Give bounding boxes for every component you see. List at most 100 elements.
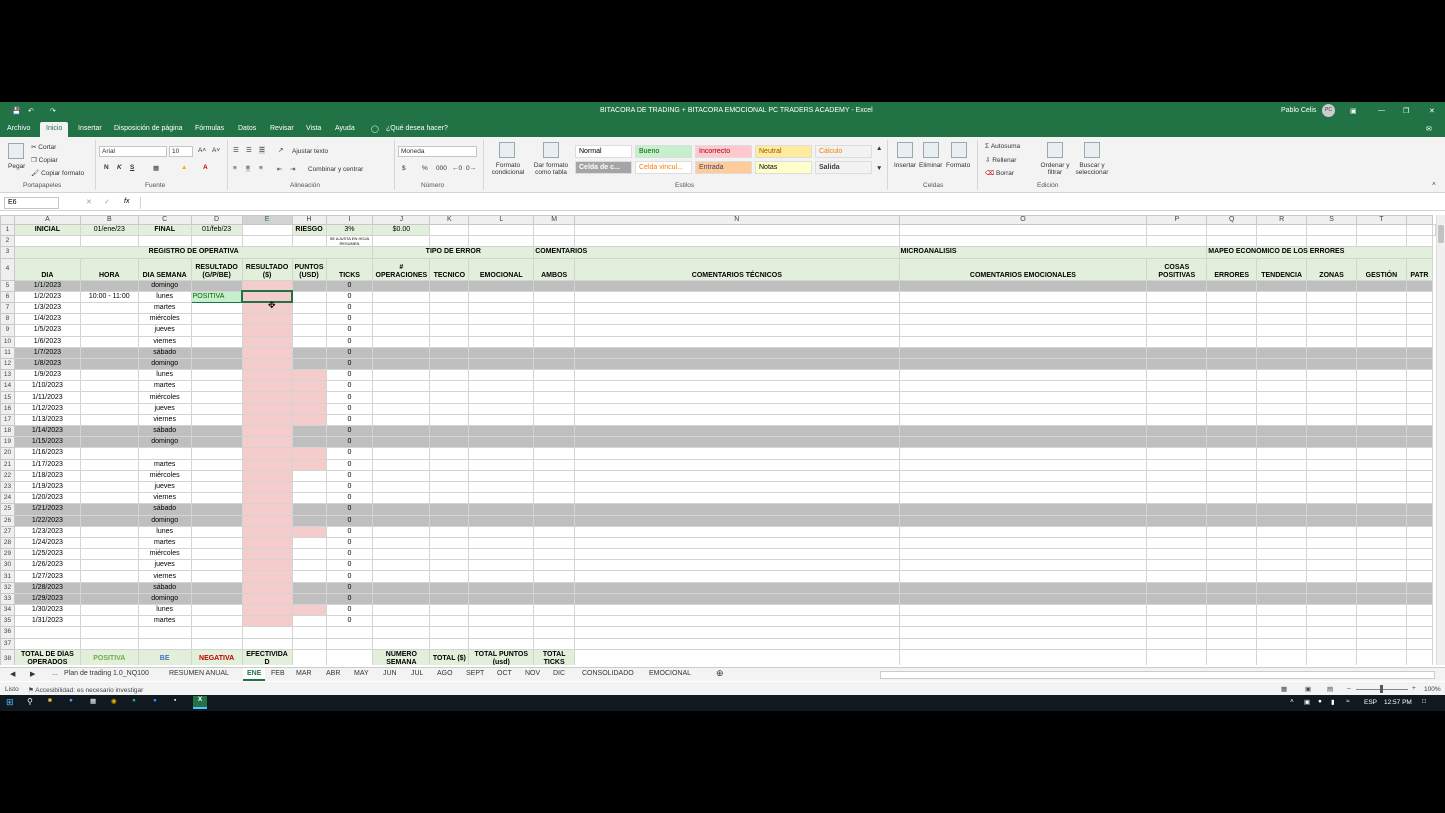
conditional-format-button[interactable]: Formato condicional	[487, 162, 529, 176]
cell[interactable]	[1306, 492, 1357, 505]
cell[interactable]	[372, 357, 431, 371]
cell[interactable]	[1206, 290, 1258, 303]
cell[interactable]	[1355, 223, 1407, 237]
insert-function-icon[interactable]: fx	[124, 198, 129, 205]
cell[interactable]	[1256, 436, 1308, 449]
ticks-cell[interactable]: 0	[325, 346, 374, 359]
points-usd[interactable]	[291, 469, 327, 482]
decrease-font-icon[interactable]: A˅	[212, 147, 220, 154]
scrollbar-thumb[interactable]	[1438, 225, 1444, 243]
cell[interactable]	[1256, 346, 1308, 359]
time-cell[interactable]	[79, 514, 139, 527]
result-usd[interactable]	[241, 380, 293, 393]
cell[interactable]	[372, 615, 431, 628]
cell[interactable]	[1306, 458, 1357, 471]
cell[interactable]	[1146, 536, 1208, 550]
sheet-tab-7[interactable]: JUN	[383, 670, 397, 677]
column-header[interactable]: M	[533, 215, 576, 225]
cell[interactable]	[372, 369, 431, 382]
cell[interactable]	[1355, 447, 1407, 460]
cell[interactable]	[574, 514, 900, 527]
add-sheet-icon[interactable]: ⊕	[716, 668, 724, 679]
cell[interactable]	[1146, 615, 1208, 628]
summary-positiva[interactable]: POSITIVA	[79, 648, 139, 665]
cell[interactable]	[1355, 391, 1407, 404]
result-gpbe[interactable]	[190, 346, 243, 359]
sort-filter-button[interactable]: Ordenar y filtrar	[1037, 162, 1073, 176]
points-usd[interactable]	[291, 581, 327, 594]
cell[interactable]	[1256, 603, 1308, 617]
cell[interactable]	[533, 581, 576, 594]
cell[interactable]	[1146, 346, 1208, 359]
cell[interactable]	[1405, 626, 1434, 639]
cell[interactable]	[372, 447, 431, 460]
result-usd[interactable]	[241, 391, 293, 404]
label-final[interactable]: FINAL	[137, 223, 192, 237]
cell[interactable]	[1256, 223, 1308, 237]
cell[interactable]	[429, 447, 470, 460]
cell[interactable]	[468, 235, 535, 248]
windows-start-icon[interactable]: ⊞	[6, 697, 14, 708]
save-icon[interactable]: 💾	[12, 107, 21, 115]
cell[interactable]	[1306, 290, 1357, 303]
cell[interactable]	[1306, 469, 1357, 482]
cell[interactable]	[1256, 480, 1308, 494]
align-bottom-icon[interactable]: ☰	[259, 146, 265, 154]
cell[interactable]	[898, 637, 1148, 650]
column-title[interactable]: ERRORES	[1206, 257, 1258, 281]
result-gpbe[interactable]	[190, 424, 243, 438]
cell[interactable]	[1405, 357, 1434, 371]
cell[interactable]	[898, 413, 1148, 427]
cell[interactable]	[533, 436, 576, 449]
sheet-tab-15[interactable]: EMOCIONAL	[649, 670, 691, 677]
cell[interactable]	[1256, 559, 1308, 572]
cell[interactable]	[1256, 648, 1308, 665]
time-cell[interactable]	[79, 536, 139, 550]
cell[interactable]	[574, 279, 900, 292]
ticks-cell[interactable]: 0	[325, 603, 374, 617]
cell[interactable]	[1355, 492, 1407, 505]
time-cell[interactable]	[79, 413, 139, 427]
cell[interactable]	[898, 391, 1148, 404]
cell[interactable]	[1206, 615, 1258, 628]
align-left-icon[interactable]: ≡	[233, 165, 237, 172]
result-gpbe[interactable]	[190, 458, 243, 471]
cell[interactable]	[372, 592, 431, 606]
result-usd[interactable]	[241, 592, 293, 606]
cell[interactable]	[468, 570, 535, 583]
cell[interactable]	[1146, 279, 1208, 292]
weekday-cell[interactable]: jueves	[137, 402, 192, 415]
cell[interactable]	[1206, 369, 1258, 382]
column-title[interactable]: PUNTOS (USD)	[291, 257, 327, 281]
column-title[interactable]: DIA SEMANA	[137, 257, 192, 281]
file-explorer-icon[interactable]: ■	[48, 697, 52, 704]
cell[interactable]	[1306, 301, 1357, 315]
sort-filter-icon[interactable]	[1047, 142, 1063, 158]
cell[interactable]	[898, 469, 1148, 482]
time-cell[interactable]	[79, 335, 139, 348]
cell[interactable]	[1355, 592, 1407, 606]
cell[interactable]	[372, 290, 431, 303]
result-gpbe[interactable]	[190, 313, 243, 326]
time-cell[interactable]	[79, 346, 139, 359]
cell[interactable]	[898, 402, 1148, 415]
points-usd[interactable]	[291, 402, 327, 415]
maximize-icon[interactable]: ❐	[1403, 107, 1409, 115]
cell[interactable]	[372, 402, 431, 415]
cell[interactable]	[533, 324, 576, 337]
cell[interactable]	[468, 301, 535, 315]
cell[interactable]	[574, 290, 900, 303]
menu-revisar[interactable]: Revisar	[270, 125, 294, 132]
autosum-button[interactable]: Σ Autosuma	[985, 143, 1020, 150]
app2-icon[interactable]: ▪	[174, 697, 176, 704]
cell[interactable]	[1355, 235, 1407, 248]
cell[interactable]	[1256, 503, 1308, 516]
column-title[interactable]: COMENTARIOS TÉCNICOS	[574, 257, 900, 281]
cell[interactable]	[1206, 380, 1258, 393]
summary-total-usd[interactable]: TOTAL ($)	[429, 648, 470, 665]
cell[interactable]	[1256, 369, 1308, 382]
number-format-select[interactable]: Moneda	[398, 146, 477, 157]
cell[interactable]	[1206, 648, 1258, 665]
cell[interactable]	[1355, 480, 1407, 494]
cell[interactable]	[574, 235, 900, 248]
